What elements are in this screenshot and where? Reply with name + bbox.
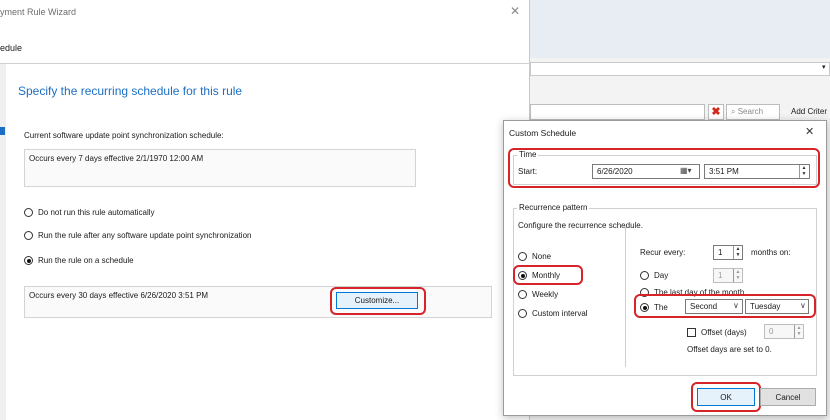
dialog-title: Custom Schedule (509, 128, 577, 138)
start-time-value: 3:51 PM (709, 167, 739, 176)
chevron-down-icon[interactable]: ∨ (800, 301, 806, 310)
search-button-label: Search (737, 107, 764, 116)
start-label: Start: (518, 167, 538, 176)
nav-current-marker (0, 127, 5, 135)
close-icon[interactable]: ✕ (510, 4, 520, 18)
sync-schedule-box: Occurs every 7 days effective 2/1/1970 1… (24, 149, 416, 187)
search-button[interactable]: ⌕ Search (726, 104, 780, 120)
day-value: 1 (718, 271, 723, 280)
none-radio[interactable] (518, 252, 527, 261)
offset-checkbox[interactable] (687, 328, 696, 337)
week-select-value: Second (690, 302, 718, 311)
close-icon[interactable]: ✕ (805, 125, 814, 138)
wizard-titlebar: yment Rule Wizard ✕ (0, 0, 530, 24)
offset-spinner-icon[interactable]: ▲ ▼ (794, 325, 803, 338)
last-day-radio[interactable] (640, 288, 649, 297)
header-divider (0, 63, 530, 64)
wizard-title: yment Rule Wizard (0, 7, 77, 17)
ok-button[interactable]: OK (697, 388, 755, 406)
the-radio[interactable] (640, 303, 649, 312)
time-group-label: Time (517, 150, 539, 159)
cancel-button[interactable]: Cancel (760, 388, 816, 406)
address-bar[interactable] (530, 62, 830, 76)
offset-value: 0 (769, 327, 774, 336)
after-sync-label[interactable]: Run the rule after any software update p… (38, 231, 251, 240)
weekday-select-value: Tuesday (750, 302, 781, 311)
recurrence-divider (625, 227, 626, 367)
schedule-box: Occurs every 30 days effective 6/26/2020… (24, 286, 492, 318)
wizard-page-name: edule (0, 43, 23, 53)
clear-search-icon[interactable]: ✖ (708, 104, 724, 120)
custom-interval-label[interactable]: Custom interval (532, 309, 588, 318)
monthly-radio[interactable] (518, 271, 527, 280)
offset-note: Offset days are set to 0. (687, 345, 772, 354)
day-spinner-icon[interactable]: ▲ ▼ (733, 269, 742, 282)
the-label[interactable]: The (654, 303, 668, 312)
search-input[interactable] (530, 104, 705, 120)
recurrence-group-label: Recurrence pattern (517, 203, 590, 212)
no-run-label[interactable]: Do not run this rule automatically (38, 208, 155, 217)
chevron-down-icon[interactable]: ∨ (733, 301, 739, 310)
custom-interval-radio[interactable] (518, 309, 527, 318)
day-radio[interactable] (640, 271, 649, 280)
calendar-icon[interactable]: ▦▾ (680, 166, 692, 175)
recur-spinner-icon[interactable]: ▲ ▼ (733, 246, 742, 259)
search-icon: ⌕ (731, 107, 738, 116)
time-spinner-icon[interactable]: ▲ ▼ (799, 165, 808, 178)
custom-schedule-dialog: Custom Schedule ✕ Time Start: 6/26/2020 … (503, 120, 827, 416)
start-date-value: 6/26/2020 (597, 167, 633, 176)
recur-every-label: Recur every: (640, 248, 686, 257)
weekly-radio[interactable] (518, 290, 527, 299)
on-schedule-label[interactable]: Run the rule on a schedule (38, 256, 134, 265)
wizard-nav (0, 64, 6, 420)
sync-schedule-label: Current software update point synchroniz… (24, 131, 224, 140)
ribbon-area (530, 0, 830, 58)
wizard-window: yment Rule Wizard ✕ edule Specify the re… (0, 0, 530, 420)
monthly-label[interactable]: Monthly (532, 271, 560, 280)
months-on-label: months on: (751, 248, 791, 257)
on-schedule-radio[interactable] (24, 256, 33, 265)
last-day-label[interactable]: The last day of the month (654, 288, 744, 297)
recur-every-value: 1 (718, 248, 723, 257)
no-run-radio[interactable] (24, 208, 33, 217)
chevron-down-icon[interactable]: ▾ (822, 63, 826, 71)
day-label[interactable]: Day (654, 271, 668, 280)
add-criteria-link[interactable]: Add Criter (791, 107, 827, 116)
schedule-value: Occurs every 30 days effective 6/26/2020… (29, 291, 209, 300)
sync-schedule-value: Occurs every 7 days effective 2/1/1970 1… (29, 154, 204, 163)
weekly-label[interactable]: Weekly (532, 290, 558, 299)
page-heading: Specify the recurring schedule for this … (18, 84, 243, 98)
customize-button[interactable]: Customize... (336, 292, 418, 309)
offset-label[interactable]: Offset (days) (701, 328, 747, 337)
none-label[interactable]: None (532, 252, 551, 261)
after-sync-radio[interactable] (24, 231, 33, 240)
start-time-field[interactable]: 3:51 PM (704, 164, 810, 179)
